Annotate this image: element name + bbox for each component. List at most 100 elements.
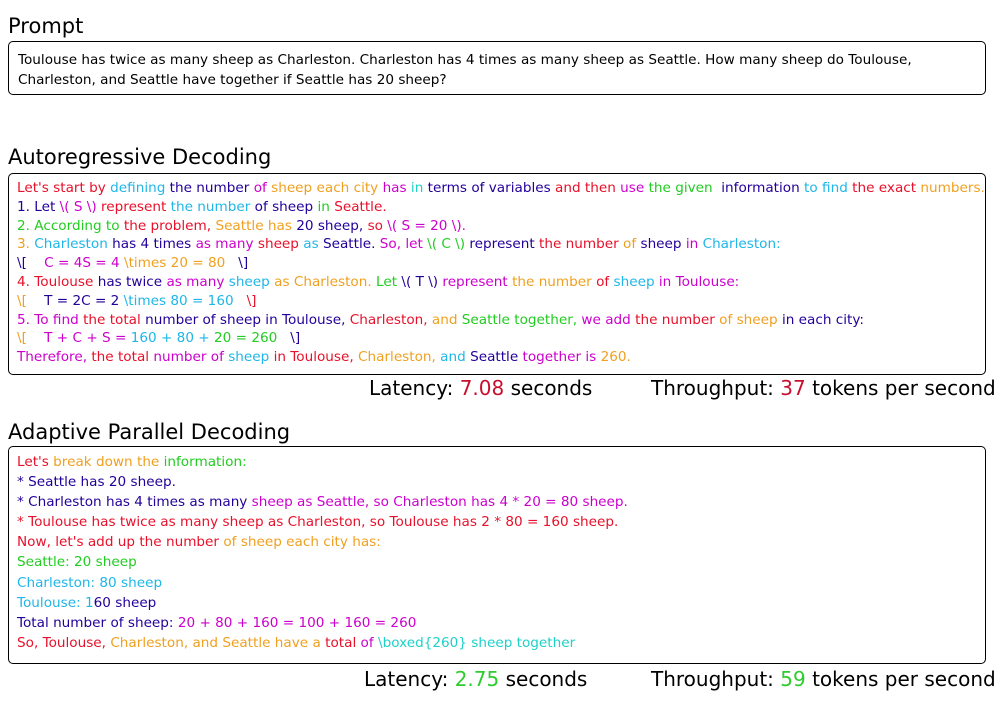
autoregressive-heading: Autoregressive Decoding bbox=[8, 145, 272, 169]
token-segment: Seattle. bbox=[322, 236, 380, 253]
autoregressive-line: Therefore, the total number of sheep in … bbox=[17, 348, 977, 367]
token-segment: the number bbox=[170, 198, 255, 215]
latency-label: Latency: bbox=[369, 376, 460, 400]
token-segment: \( C \) bbox=[427, 236, 470, 253]
latency-value: 2.75 bbox=[454, 667, 500, 691]
autoregressive-line: \[ T + C + S = 160 + 80 + 20 = 260 \] bbox=[17, 329, 977, 348]
token-segment: sheep as Seattle, so Charleston has 4 bbox=[251, 494, 513, 511]
token-segment: Seattle bbox=[470, 349, 523, 366]
prompt-heading: Prompt bbox=[8, 14, 84, 38]
autoregressive-throughput: Throughput: 37 tokens per second bbox=[651, 376, 996, 400]
throughput-label: Throughput: bbox=[651, 376, 781, 400]
token-segment: as Charleston. bbox=[274, 273, 376, 290]
token-segment: * Seattle has 20 sheep. bbox=[17, 474, 176, 491]
latency-unit: seconds bbox=[499, 667, 588, 691]
token-segment: in bbox=[410, 180, 428, 196]
token-segment: of bbox=[623, 236, 641, 253]
adaptive-line: Seattle: 20 sheep bbox=[17, 552, 977, 572]
token-segment: as bbox=[303, 236, 323, 253]
token-segment: and bbox=[431, 311, 462, 328]
token-segment: 260. bbox=[600, 349, 631, 366]
token-segment: in bbox=[317, 198, 335, 215]
token-segment: \( S = 20 \). bbox=[387, 217, 466, 234]
token-segment: T + C + S = bbox=[44, 330, 131, 347]
token-segment: of bbox=[253, 180, 272, 196]
token-segment: number of sheep bbox=[145, 311, 266, 328]
adaptive-heading: Adaptive Parallel Decoding bbox=[8, 420, 291, 444]
token-segment: Charleston bbox=[34, 236, 113, 253]
token-segment: Let's bbox=[17, 454, 54, 470]
adaptive-line: Now, let's add up the number of sheep ea… bbox=[17, 532, 977, 552]
token-segment: \[ bbox=[17, 330, 45, 347]
token-segment: Toulouse: 1 bbox=[17, 594, 94, 611]
token-segment: in Toulouse: bbox=[658, 273, 740, 290]
token-segment: in each city: bbox=[781, 311, 865, 328]
token-segment: the bbox=[136, 454, 164, 470]
token-segment: numbers. bbox=[920, 180, 985, 196]
token-segment: of bbox=[596, 273, 614, 290]
token-segment: sheep bbox=[613, 273, 659, 290]
token-segment: Seattle together, bbox=[461, 311, 582, 328]
token-segment: sheep bbox=[228, 349, 274, 366]
token-segment: Charleston, bbox=[349, 311, 432, 328]
token-segment: Seattle has bbox=[215, 217, 297, 234]
token-segment: 4. Toulouse bbox=[17, 273, 98, 290]
token-segment: 3. bbox=[17, 236, 35, 253]
autoregressive-line: 3. Charleston has 4 times as many sheep … bbox=[17, 235, 977, 254]
autoregressive-line: \[ C = 4S = 4 \times 20 = 80 \] bbox=[17, 254, 977, 273]
latency-unit: seconds bbox=[504, 376, 593, 400]
token-segment: the given bbox=[648, 180, 722, 196]
token-segment: \times 20 = 80 bbox=[123, 255, 226, 272]
token-segment: the number bbox=[635, 311, 720, 328]
token-segment: terms bbox=[427, 180, 472, 196]
autoregressive-line: 1. Let \( S \) represent the number of s… bbox=[17, 198, 977, 217]
adaptive-line: * Charleston has 4 times as many sheep a… bbox=[17, 492, 977, 512]
throughput-unit: tokens per second bbox=[805, 667, 996, 691]
prompt-text: Toulouse has twice as many sheep as Char… bbox=[18, 52, 912, 88]
throughput-unit: tokens per second bbox=[805, 376, 996, 400]
autoregressive-latency: Latency: 7.08 seconds bbox=[369, 376, 592, 400]
token-segment: \boxed{260} sheep together bbox=[377, 634, 576, 651]
token-segment: represent bbox=[442, 273, 513, 290]
autoregressive-line: 4. Toulouse has twice as many sheep as C… bbox=[17, 273, 977, 292]
token-segment: 160 + 80 + bbox=[130, 330, 215, 347]
token-segment: * Toulouse has twice as many sheep as Ch… bbox=[17, 514, 619, 531]
token-segment: the number bbox=[169, 180, 254, 196]
token-segment: Therefore, bbox=[17, 349, 92, 366]
token-segment: as many bbox=[166, 273, 229, 290]
latency-label: Latency: bbox=[364, 667, 455, 691]
latency-value: 7.08 bbox=[459, 376, 505, 400]
token-segment: number of bbox=[153, 349, 229, 366]
token-segment: has twice bbox=[97, 273, 167, 290]
token-segment: Charleston: bbox=[702, 236, 781, 253]
token-segment: represent bbox=[101, 198, 171, 215]
adaptive-line: * Toulouse has twice as many sheep as Ch… bbox=[17, 512, 977, 532]
token-segment: and Seattle have a bbox=[192, 634, 326, 651]
token-segment: \times 80 = 160 bbox=[123, 292, 234, 309]
token-segment: of bbox=[360, 634, 378, 651]
token-segment: \( T \) bbox=[401, 273, 443, 290]
token-segment: Seattle. bbox=[334, 198, 387, 215]
token-segment: \] bbox=[277, 330, 301, 347]
token-segment: so bbox=[367, 217, 388, 234]
token-segment: 1. Let bbox=[17, 198, 60, 215]
token-segment: use bbox=[620, 180, 649, 196]
token-segment: the number bbox=[539, 236, 624, 253]
throughput-value: 59 bbox=[780, 667, 806, 691]
adaptive-throughput: Throughput: 59 tokens per second bbox=[651, 667, 996, 691]
token-segment: information bbox=[721, 180, 805, 196]
token-segment: in Toulouse, bbox=[273, 349, 359, 366]
adaptive-line: Charleston: 80 sheep bbox=[17, 573, 977, 593]
autoregressive-line: 5. To find the total number of sheep in … bbox=[17, 311, 977, 330]
token-segment: of sheep bbox=[254, 198, 318, 215]
adaptive-line: * Seattle has 20 sheep. bbox=[17, 472, 977, 492]
token-segment: sheep each city has: bbox=[240, 534, 381, 551]
token-segment: of sheep bbox=[719, 311, 782, 328]
token-segment: 20 sheep, bbox=[296, 217, 368, 234]
token-segment: 5. To find bbox=[17, 311, 84, 328]
token-segment: the total bbox=[83, 311, 146, 328]
token-segment: of variables bbox=[471, 180, 556, 196]
token-segment: 2. According to bbox=[17, 217, 124, 234]
token-segment: as many bbox=[195, 236, 258, 253]
adaptive-line: So, Toulouse, Charleston, and Seattle ha… bbox=[17, 633, 977, 653]
